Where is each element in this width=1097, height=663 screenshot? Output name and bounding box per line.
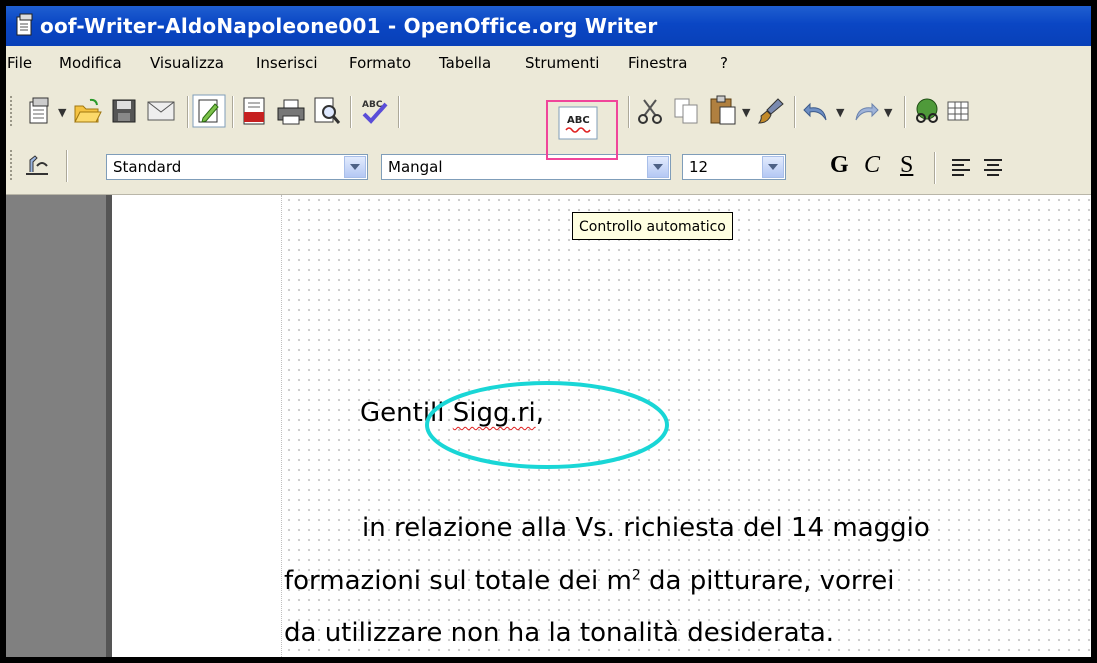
new-document-icon[interactable] xyxy=(24,96,54,126)
window-title: oof-Writer-AldoNapoleone001 - OpenOffice… xyxy=(40,14,658,38)
email-icon[interactable] xyxy=(146,100,176,122)
page-preview-icon[interactable] xyxy=(312,96,342,126)
navigator-icon[interactable] xyxy=(912,96,942,126)
table-icon[interactable] xyxy=(946,96,970,126)
font-name-value: Mangal xyxy=(388,158,443,176)
toolbar-separator xyxy=(232,96,234,128)
menu-finestra[interactable]: Finestra xyxy=(628,54,688,72)
body-line-1[interactable]: in relazione alla Vs. richiesta del 14 m… xyxy=(362,513,930,543)
toolbar-separator xyxy=(66,150,68,182)
menu-bar: File Modifica Visualizza Inserisci Forma… xyxy=(6,46,1091,84)
body-line-2[interactable]: formazioni sul totale dei m2 da pitturar… xyxy=(284,566,894,596)
paste-dropdown-chevron-icon[interactable]: ▼ xyxy=(742,106,750,119)
menu-visualizza[interactable]: Visualizza xyxy=(150,54,224,72)
align-center-icon[interactable] xyxy=(982,156,1004,178)
menu-formato[interactable]: Formato xyxy=(349,54,411,72)
redo-dropdown-chevron-icon[interactable]: ▼ xyxy=(884,106,892,119)
toolbar-separator xyxy=(350,96,352,128)
menu-tabella[interactable]: Tabella xyxy=(439,54,491,72)
application-window: oof-Writer-AldoNapoleone001 - OpenOffice… xyxy=(0,0,1097,663)
body-line-2-part-a: formazioni sul totale dei m xyxy=(284,566,632,596)
toolbar-separator xyxy=(187,96,189,128)
chevron-down-icon[interactable] xyxy=(762,156,784,178)
document-margin-left xyxy=(6,195,106,657)
toolbar-separator xyxy=(628,96,630,128)
font-size-select[interactable]: 12 xyxy=(682,154,786,180)
writer-app-icon xyxy=(16,13,33,36)
autospellcheck-highlight xyxy=(546,100,618,160)
copy-icon[interactable] xyxy=(672,96,702,126)
print-icon[interactable] xyxy=(276,98,306,126)
superscript-2: 2 xyxy=(631,567,641,584)
chevron-down-icon[interactable] xyxy=(647,156,669,178)
toolbar-separator xyxy=(904,96,906,128)
body-line-2-part-b: da pitturare, vorrei xyxy=(640,566,895,596)
bold-button[interactable]: G xyxy=(830,152,849,179)
menu-help[interactable]: ? xyxy=(720,54,728,72)
toolbar-grip[interactable] xyxy=(10,150,15,180)
undo-dropdown-chevron-icon[interactable]: ▼ xyxy=(836,106,844,119)
chevron-down-icon[interactable] xyxy=(344,156,366,178)
align-left-icon[interactable] xyxy=(950,156,972,178)
toolbar-separator xyxy=(398,96,400,128)
styles-formatting-icon[interactable] xyxy=(22,150,52,180)
export-pdf-icon[interactable] xyxy=(240,96,268,126)
text-boundary xyxy=(281,195,282,657)
font-name-select[interactable]: Mangal xyxy=(381,154,671,180)
menu-file[interactable]: File xyxy=(7,54,32,72)
annotation-ellipse xyxy=(425,381,669,469)
menu-strumenti[interactable]: Strumenti xyxy=(525,54,599,72)
undo-icon[interactable] xyxy=(802,98,832,124)
redo-icon[interactable] xyxy=(850,98,880,124)
toolbar-grip[interactable] xyxy=(10,96,15,126)
font-size-value: 12 xyxy=(689,158,709,176)
underline-button[interactable]: S xyxy=(900,152,913,179)
paragraph-style-select[interactable]: Standard xyxy=(106,154,368,180)
menu-inserisci[interactable]: Inserisci xyxy=(256,54,318,72)
cut-icon[interactable] xyxy=(636,96,666,126)
save-icon[interactable] xyxy=(111,98,137,124)
menu-modifica[interactable]: Modifica xyxy=(59,54,122,72)
title-bar: oof-Writer-AldoNapoleone001 - OpenOffice… xyxy=(6,6,1091,46)
toolbar-separator xyxy=(934,152,936,184)
edit-mode-icon[interactable] xyxy=(192,94,226,128)
new-dropdown-chevron-icon[interactable]: ▼ xyxy=(58,106,66,119)
format-paintbrush-icon[interactable] xyxy=(756,96,786,126)
toolbar-separator xyxy=(794,96,796,128)
open-folder-icon[interactable] xyxy=(72,96,102,126)
tooltip: Controllo automatico xyxy=(572,212,733,240)
paragraph-style-value: Standard xyxy=(113,158,182,176)
italic-button[interactable]: C xyxy=(864,152,880,179)
paste-icon[interactable] xyxy=(708,94,738,126)
body-line-3[interactable]: da utilizzare non ha la tonalità desider… xyxy=(284,618,834,648)
spellcheck-icon[interactable]: ABC xyxy=(358,96,392,126)
